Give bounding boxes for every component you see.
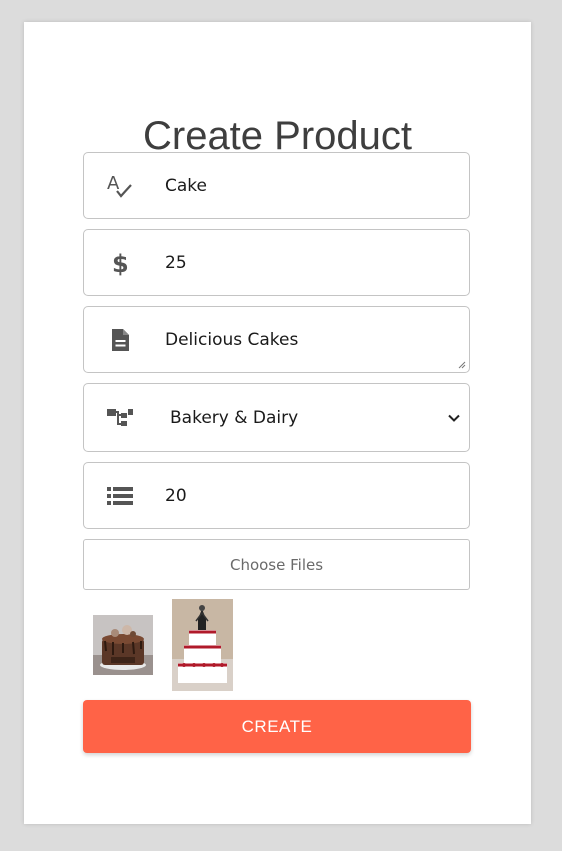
- product-category-value: Bakery & Dairy: [170, 407, 299, 428]
- image-preview-wedding-cake: [172, 599, 233, 691]
- product-name-value: Cake: [165, 175, 207, 196]
- document-icon: [106, 326, 134, 354]
- hierarchy-icon: [106, 404, 134, 432]
- chevron-down-icon[interactable]: [447, 411, 461, 425]
- resize-grip-icon[interactable]: [458, 361, 466, 369]
- product-stock-field[interactable]: 20: [83, 462, 470, 529]
- image-preview-chocolate-cake: [93, 615, 153, 675]
- product-name-field[interactable]: A Cake: [83, 152, 470, 219]
- product-price-value: 25: [165, 252, 187, 273]
- choose-files-button[interactable]: Choose Files: [83, 539, 470, 590]
- product-description-field[interactable]: Delicious Cakes: [83, 306, 470, 373]
- spellcheck-icon: A: [106, 172, 134, 200]
- svg-text:$: $: [112, 250, 129, 277]
- create-button[interactable]: CREATE: [83, 700, 471, 753]
- product-description-value: Delicious Cakes: [165, 329, 299, 350]
- list-icon: [106, 482, 134, 510]
- product-stock-value: 20: [165, 485, 187, 506]
- product-category-select[interactable]: Bakery & Dairy: [83, 383, 470, 452]
- product-price-field[interactable]: $ 25: [83, 229, 470, 296]
- create-product-card: Create Product A Cake $ 25 Delicious Cak…: [24, 22, 531, 824]
- dollar-icon: $: [106, 249, 134, 277]
